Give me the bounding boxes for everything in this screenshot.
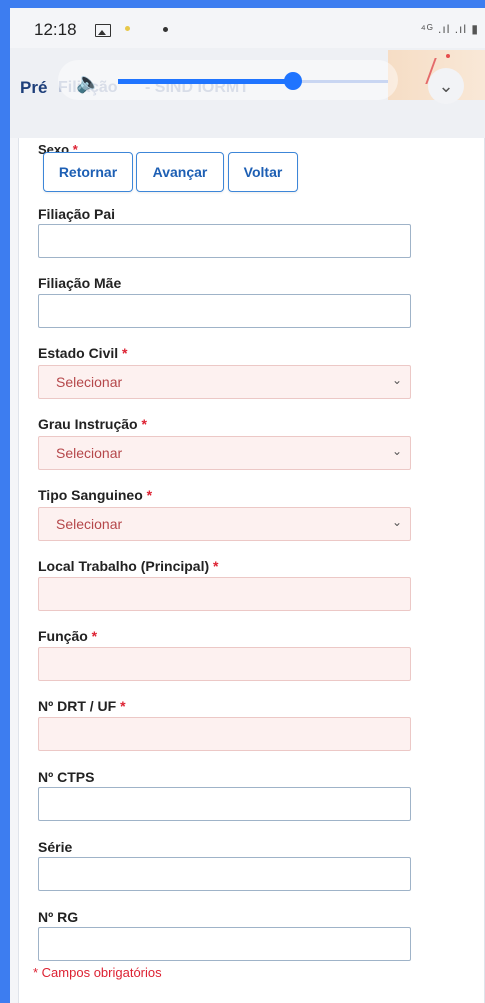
required-fields-note: * Campos obrigatórios <box>33 965 162 980</box>
ctps-input[interactable] <box>38 787 411 821</box>
education-label: Grau Instrução * <box>38 416 147 432</box>
status-bar: 12:18 ⁴ᴳ .ıl .ıl ▮ <box>10 8 485 48</box>
chevron-down-icon: ⌄ <box>391 373 402 387</box>
education-select[interactable]: Selecionar ⌄ <box>38 436 411 470</box>
mother-input[interactable] <box>38 294 411 328</box>
expand-chevron-button[interactable]: ⌄ <box>428 68 464 104</box>
notification-dot-icon <box>125 26 130 31</box>
back-button[interactable]: Retornar <box>43 152 133 192</box>
blood-type-label: Tipo Sanguineo * <box>38 487 153 503</box>
father-input[interactable] <box>38 224 411 258</box>
phone-screen: 12:18 ⁴ᴳ .ıl .ıl ▮ Pré Filiação - SIND I… <box>10 8 485 1003</box>
status-time: 12:18 <box>34 20 77 39</box>
form-content: Sexo * Retornar Avançar Voltar Filiação … <box>18 138 485 1003</box>
mother-label: Filiação Mãe <box>38 275 122 291</box>
logo-dot-icon <box>446 54 450 58</box>
signal-battery-icons: ⁴ᴳ .ıl .ıl ▮ <box>420 22 479 36</box>
chevron-down-icon: ⌄ <box>391 515 402 529</box>
forward-button[interactable]: Avançar <box>136 152 224 192</box>
blood-type-selected: Selecionar <box>56 516 123 532</box>
rg-input[interactable] <box>38 927 411 961</box>
blood-type-select[interactable]: Selecionar ⌄ <box>38 507 411 541</box>
civil-status-selected: Selecionar <box>56 374 123 390</box>
more-notifications-icon <box>163 27 168 32</box>
series-label: Série <box>38 839 73 855</box>
workplace-label: Local Trabalho (Principal) * <box>38 558 219 574</box>
workplace-input[interactable] <box>38 577 411 611</box>
father-label: Filiação Pai <box>38 206 116 222</box>
function-label: Função * <box>38 628 98 644</box>
content-border-left <box>18 138 19 1003</box>
chevron-down-icon: ⌄ <box>391 444 402 458</box>
speaker-icon[interactable]: 🔈 <box>76 70 101 95</box>
ctps-label: Nº CTPS <box>38 769 95 785</box>
series-input[interactable] <box>38 857 411 891</box>
function-input[interactable] <box>38 647 411 681</box>
drt-input[interactable] <box>38 717 411 751</box>
drt-label: Nº DRT / UF * <box>38 698 126 714</box>
volume-slider-overlay[interactable]: 🔈 <box>58 60 398 100</box>
civil-status-select[interactable]: Selecionar ⌄ <box>38 365 411 399</box>
volume-knob[interactable] <box>284 72 302 90</box>
image-notification-icon <box>95 24 111 37</box>
education-selected: Selecionar <box>56 445 123 461</box>
rg-label: Nº RG <box>38 909 79 925</box>
volume-track-fill <box>118 79 293 84</box>
return-button[interactable]: Voltar <box>228 152 298 192</box>
civil-status-label: Estado Civil * <box>38 345 128 361</box>
page-title: Pré <box>20 78 48 97</box>
